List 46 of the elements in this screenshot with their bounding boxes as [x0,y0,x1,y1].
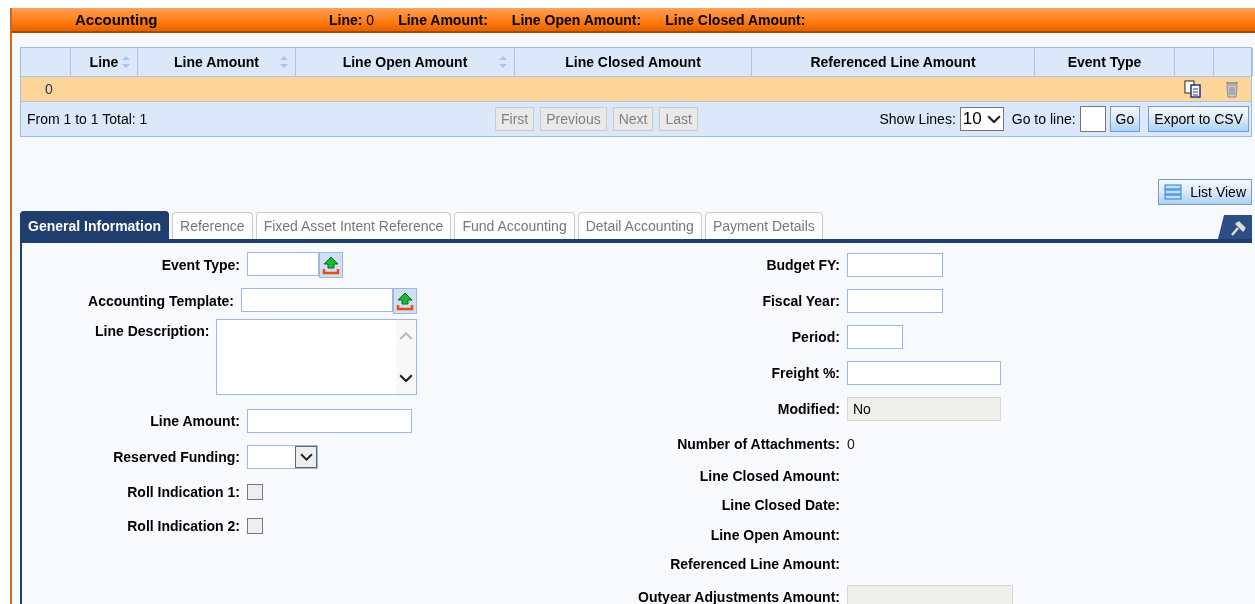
field-label: Roll Indication 2: [126,518,241,534]
field-label: Number of Attachments: [676,435,841,452]
show-lines-label: Show Lines: [879,111,956,127]
column-header: Line Closed Amount [515,48,752,76]
column-header[interactable]: Line Open Amount [296,48,515,76]
tab[interactable]: Reference [172,212,253,239]
list-view-button[interactable]: List View [1158,179,1252,205]
column-header: Event Type [1035,48,1175,76]
section-title: Accounting [74,11,159,28]
go-to-line-label: Go to line: [1011,111,1076,127]
header-field: Line: 0 [329,11,375,28]
header-field: Line Amount: [398,11,488,28]
field-label: Roll Indication 1: [126,484,241,500]
export-button[interactable]: Export to CSV [1148,106,1249,132]
pager-summary: From 1 to 1 Total: 1 [27,111,149,127]
field-label: Referenced Line Amount: [669,556,841,573]
header-field: Line Closed Amount: [665,11,806,28]
field-value: 0 [847,435,855,452]
field-label: Event Type: [160,257,241,273]
field-label: Line Amount: [149,413,241,429]
field-label: Line Closed Amount: [698,467,841,484]
column-header[interactable]: Line [71,48,138,76]
column-header[interactable]: Line Amount [138,48,296,76]
tab[interactable]: General Information [20,211,170,239]
tab[interactable]: Detail Accounting [577,212,702,239]
show-lines-dropdown[interactable]: 10 [959,107,1004,131]
tab[interactable]: Fixed Asset Intent Reference [255,212,452,239]
readonly-field: No [847,396,1001,421]
field-label: Reserved Funding: [112,449,241,465]
table-cell-text: 0 [45,81,54,97]
field-label: Period: [790,329,841,345]
field-label: Line Description: [94,322,211,339]
field-label: Budget FY: [765,257,841,273]
field-label: Line Open Amount: [709,526,841,543]
column-header: Referenced Line Amount [752,48,1035,76]
table-row[interactable]: 0 [21,77,1251,101]
header-field: Line Open Amount: [511,11,642,28]
field-label: Freight %: [770,365,841,381]
go-button[interactable]: Go [1109,106,1141,132]
field-label: Outyear Adjustments Amount: [637,589,841,604]
field-label: Fiscal Year: [761,293,841,309]
field-label: Accounting Template: [87,293,235,309]
field-label: Modified: [776,400,841,417]
tab[interactable]: Payment Details [704,212,823,239]
field-label: Line Closed Date: [720,497,841,514]
tab[interactable]: Fund Accounting [454,212,575,239]
